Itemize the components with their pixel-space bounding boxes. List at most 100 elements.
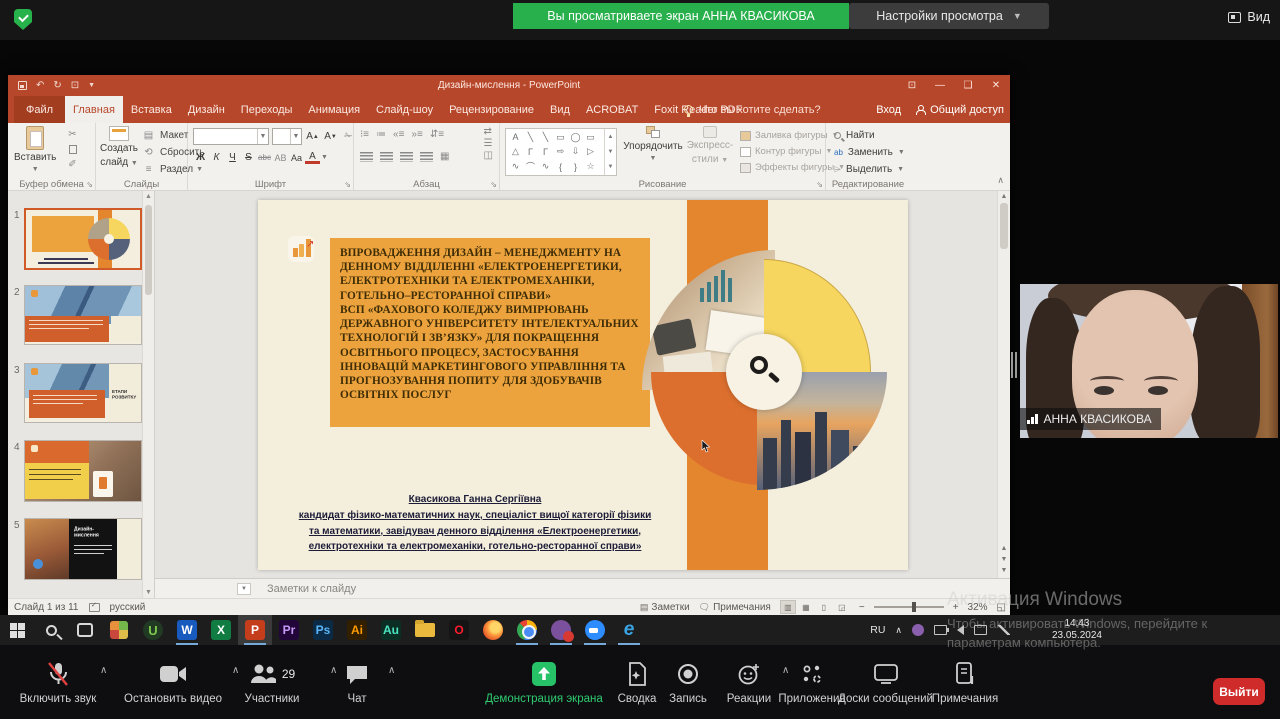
- text-shadow-button[interactable]: abc: [257, 150, 272, 165]
- align-text-icon[interactable]: ☰: [484, 138, 493, 149]
- decrease-font-icon[interactable]: А▼: [323, 129, 338, 144]
- taskbar-icon-photos[interactable]: [102, 615, 136, 645]
- view-settings-dropdown[interactable]: Настройки просмотра ▼: [849, 3, 1049, 29]
- taskbar-icon-search[interactable]: [34, 615, 68, 645]
- ribbon-display-options-icon[interactable]: ⊡: [898, 75, 926, 96]
- shape-glyph[interactable]: ▭: [553, 130, 568, 144]
- decrease-indent-icon[interactable]: «≡: [393, 129, 404, 140]
- shape-glyph[interactable]: ∿: [508, 160, 523, 174]
- whiteboards-button[interactable]: Доски сообщений: [838, 659, 933, 705]
- tab-слайд-шоу[interactable]: Слайд-шоу: [368, 96, 441, 123]
- paste-button[interactable]: Вставить ▼: [14, 126, 56, 174]
- participants-button[interactable]: 29 Участники: [222, 659, 322, 705]
- notes-splitter-icon[interactable]: ▼: [237, 583, 251, 595]
- shape-glyph[interactable]: {: [553, 160, 568, 174]
- convert-smartart-icon[interactable]: ◫: [484, 150, 493, 161]
- taskbar-icon-utorrent[interactable]: [136, 615, 170, 645]
- tab-главная[interactable]: Главная: [65, 96, 123, 123]
- slide-canvas[interactable]: ВПРОВАДЖЕННЯ ДИЗАЙН – МЕНЕДЖМЕНТУ НА ДЕН…: [258, 200, 908, 570]
- scroll-up-icon[interactable]: ▲: [605, 129, 616, 144]
- slide-thumbnail-2[interactable]: [24, 285, 142, 345]
- taskbar-icon-word[interactable]: W: [170, 615, 204, 645]
- dialog-launcher-icon[interactable]: ⇘: [86, 180, 93, 189]
- comments-toggle[interactable]: 🗨Примечания: [699, 602, 771, 613]
- redo-icon[interactable]: ↻: [53, 80, 61, 91]
- taskbar-icon-excel[interactable]: X: [204, 615, 238, 645]
- copy-icon[interactable]: [64, 142, 81, 157]
- next-slide-icon[interactable]: ▼: [1001, 556, 1008, 563]
- taskbar-icon-viber[interactable]: [544, 615, 578, 645]
- gallery-more-icon[interactable]: ▼: [605, 160, 616, 175]
- numbering-icon[interactable]: ≔: [376, 129, 386, 140]
- reactions-button[interactable]: Реакции: [719, 659, 779, 705]
- record-button[interactable]: Запись: [658, 659, 718, 705]
- slide-thumbnail-1[interactable]: [24, 208, 142, 270]
- view-button[interactable]: Вид: [1228, 10, 1270, 24]
- font-name-combo[interactable]: ▼: [193, 128, 269, 145]
- slide-scrollbar[interactable]: ▲ ▲ ▼ ▼: [997, 191, 1010, 578]
- scroll-down-icon[interactable]: ▼: [605, 144, 616, 159]
- slide-thumbnail-3[interactable]: ЕТАПИ РОЗВИТКУ: [24, 363, 142, 423]
- qat-customize-icon[interactable]: ▼: [88, 82, 95, 89]
- align-left-icon[interactable]: [360, 152, 373, 162]
- text-direction-icon[interactable]: ⇄: [484, 126, 493, 137]
- save-icon[interactable]: [18, 81, 27, 90]
- share-screen-button[interactable]: Демонстрация экрана: [480, 659, 608, 705]
- normal-view-icon[interactable]: ▥: [780, 600, 796, 614]
- character-spacing-button[interactable]: АВ: [273, 150, 288, 165]
- scrollbar-thumb[interactable]: [145, 205, 152, 295]
- reading-view-icon[interactable]: ▯: [816, 600, 832, 614]
- shapes-gallery-scroll[interactable]: ▲ ▼ ▼: [604, 129, 616, 175]
- zoom-out-icon[interactable]: −: [859, 602, 865, 613]
- shape-glyph[interactable]: ╲: [538, 130, 553, 144]
- shape-glyph[interactable]: Γ: [523, 145, 538, 159]
- cut-icon[interactable]: ✂: [64, 127, 81, 142]
- shape-glyph[interactable]: ⇩: [568, 145, 583, 159]
- shape-glyph[interactable]: ╲: [523, 130, 538, 144]
- slideshow-icon[interactable]: ◲: [834, 600, 850, 614]
- shapes-gallery[interactable]: A╲╲▭◯▭△ΓΓ⇨⇩▷∿⌒∿{}☆ ▲ ▼ ▼: [505, 128, 617, 176]
- restore-icon[interactable]: ❑: [954, 75, 982, 96]
- increase-font-icon[interactable]: А▲: [305, 129, 320, 144]
- shape-glyph[interactable]: ⌒: [523, 160, 538, 174]
- zoom-in-icon[interactable]: +: [953, 602, 959, 613]
- taskbar-icon-zoom-app[interactable]: [578, 615, 612, 645]
- taskbar-icon-chrome[interactable]: [510, 615, 544, 645]
- align-right-icon[interactable]: [400, 152, 413, 162]
- align-center-icon[interactable]: [380, 152, 393, 162]
- find-button[interactable]: Найти: [834, 128, 905, 143]
- taskbar-icon-explorer[interactable]: [408, 615, 442, 645]
- slide-thumbnail-5[interactable]: Дизайн-мислення: [24, 518, 142, 580]
- font-color-button[interactable]: А: [305, 152, 320, 164]
- stop-video-button[interactable]: Остановить видео: [118, 659, 228, 705]
- shape-glyph[interactable]: ☆: [583, 160, 598, 174]
- start-slideshow-icon[interactable]: ⊡: [71, 80, 79, 91]
- tab-файл[interactable]: Файл: [14, 96, 65, 123]
- tray-expand-icon[interactable]: ∧: [895, 625, 902, 636]
- shape-glyph[interactable]: Γ: [538, 145, 553, 159]
- scroll-down-icon[interactable]: ▼: [143, 589, 154, 596]
- select-button[interactable]: ⌲Выделить▼: [834, 162, 905, 177]
- taskbar-icon-illustrator[interactable]: Ai: [340, 615, 374, 645]
- quick-styles-button[interactable]: Экспресс- стили ▼: [684, 126, 736, 165]
- video-panel-handle[interactable]: [1011, 352, 1017, 378]
- font-color-arrow-icon[interactable]: ▼: [321, 154, 328, 161]
- slide-sorter-icon[interactable]: ▦: [798, 600, 814, 614]
- fit-slide-icon[interactable]: ◱: [997, 602, 1006, 613]
- shape-glyph[interactable]: △: [508, 145, 523, 159]
- scroll-up-icon[interactable]: ▲: [1001, 193, 1008, 200]
- taskbar-icon-firefox[interactable]: [476, 615, 510, 645]
- volume-icon[interactable]: [957, 625, 964, 635]
- dialog-launcher-icon[interactable]: ⇘: [344, 180, 351, 189]
- arrange-button[interactable]: Упорядочить ▼: [626, 126, 680, 163]
- notes-button[interactable]: Примечания: [925, 659, 1005, 705]
- line-spacing-icon[interactable]: ⇵≡: [430, 129, 444, 140]
- replace-button[interactable]: abЗаменить▼: [834, 145, 905, 160]
- increase-indent-icon[interactable]: »≡: [411, 129, 422, 140]
- thumbnails-scrollbar[interactable]: ▲ ▼: [142, 191, 154, 598]
- spellcheck-icon[interactable]: [89, 603, 100, 612]
- tell-me-box[interactable]: Что вы хотите сделать?: [684, 96, 821, 123]
- language-status[interactable]: русский: [110, 602, 146, 613]
- audio-options-chevron-icon[interactable]: ∧: [100, 665, 107, 676]
- tab-переходы[interactable]: Переходы: [233, 96, 301, 123]
